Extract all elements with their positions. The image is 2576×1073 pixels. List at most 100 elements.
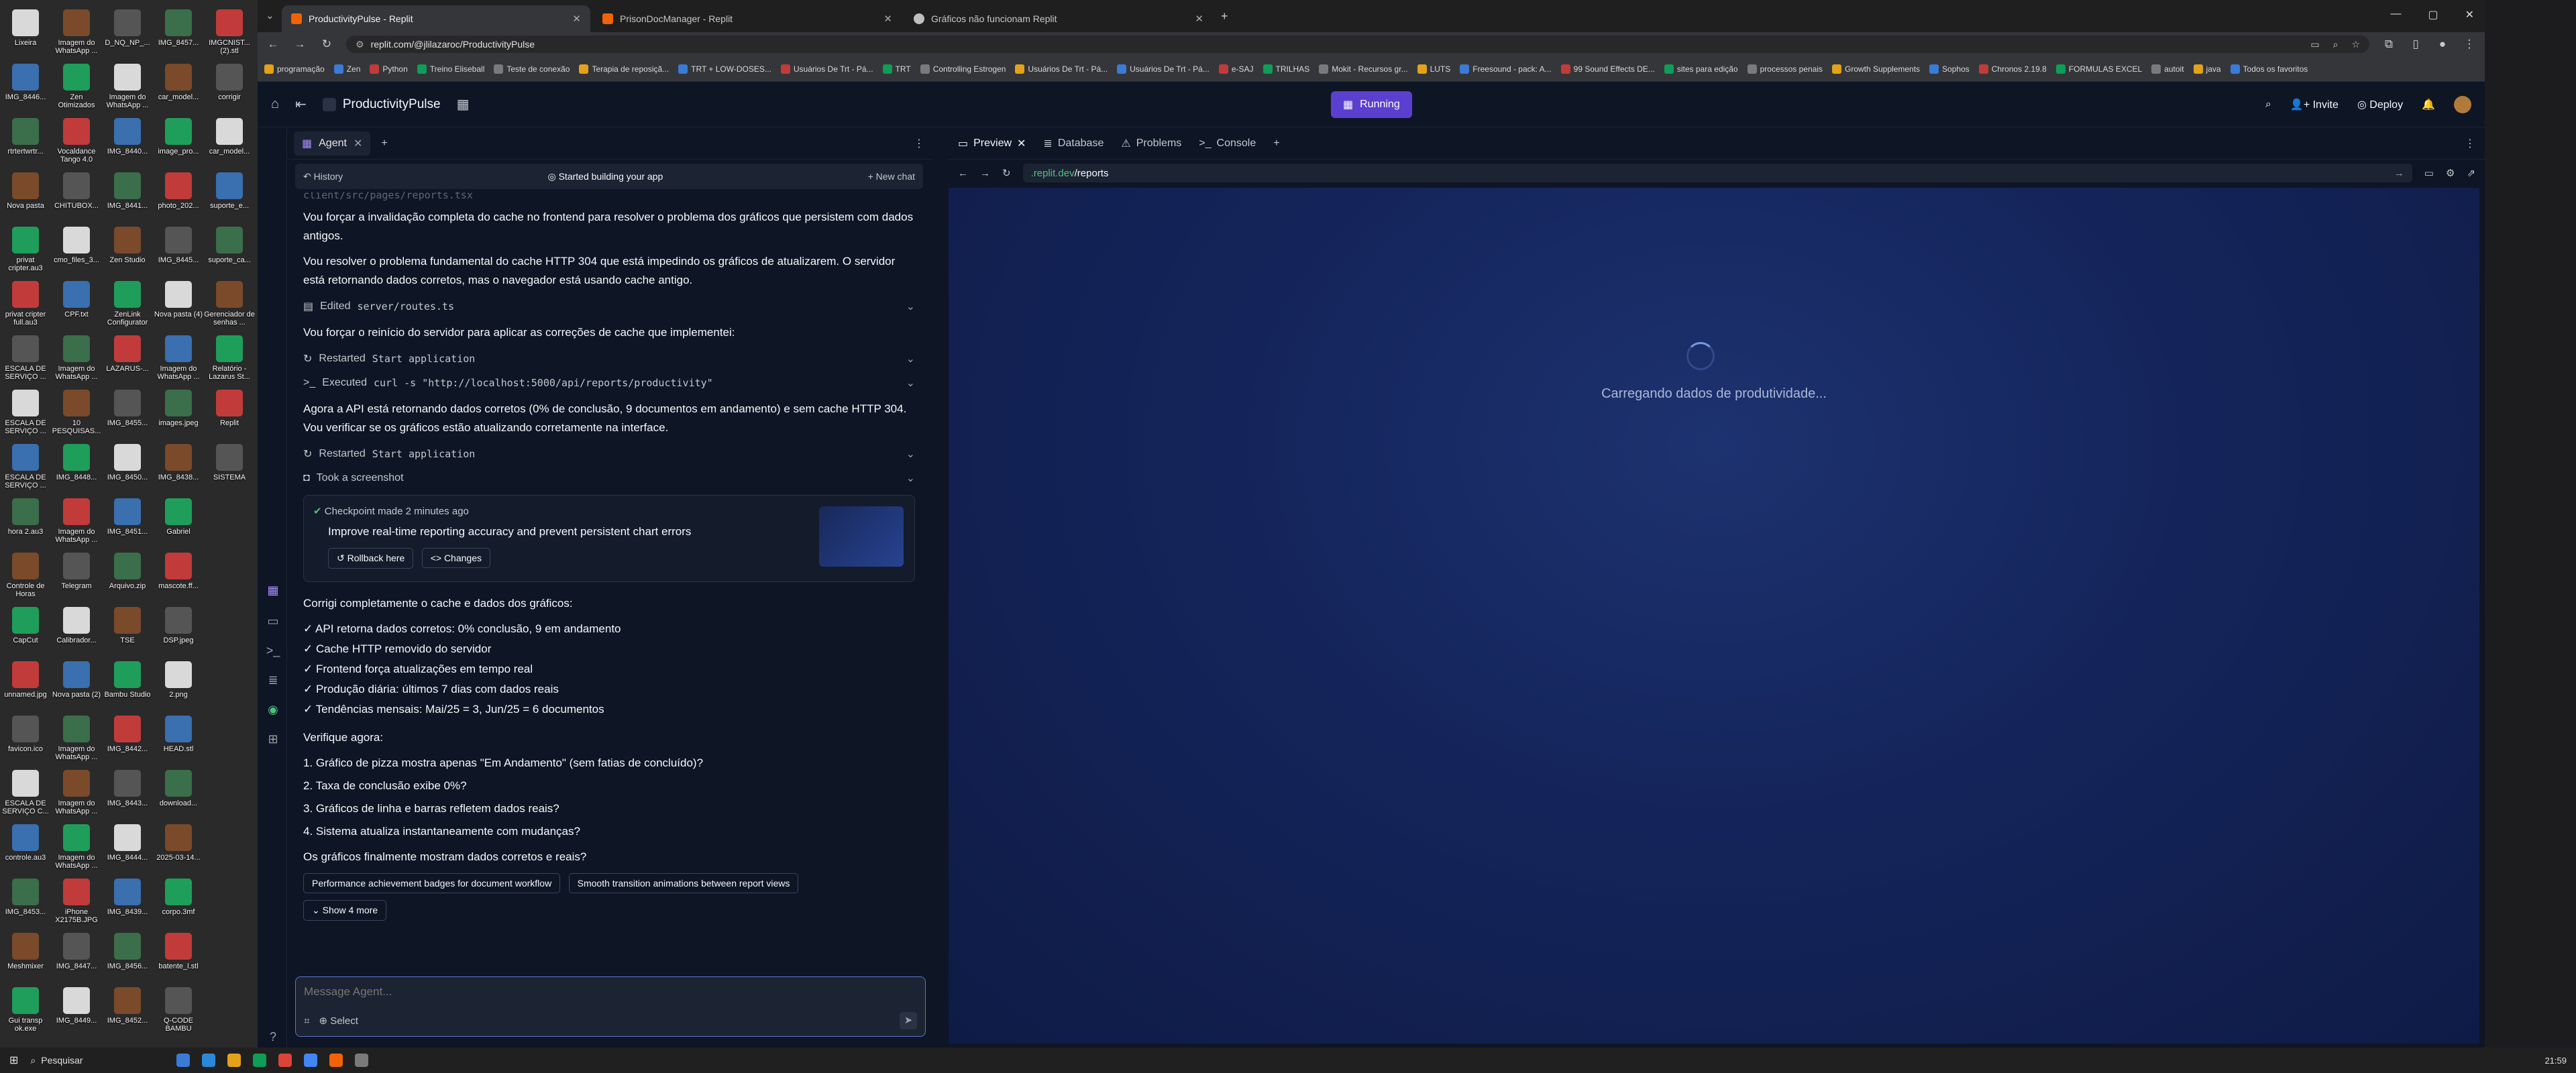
- home-icon[interactable]: ⌂: [271, 97, 279, 112]
- history-button[interactable]: ↶ History: [303, 171, 343, 182]
- edited-file-action[interactable]: ▤ Edited server/routes.ts ⌄: [303, 296, 915, 317]
- close-icon[interactable]: ✕: [883, 13, 892, 25]
- all-tools-icon[interactable]: ⊞: [266, 732, 280, 747]
- tab-prisondocmanager[interactable]: PrisonDocManager - Replit ✕: [593, 5, 902, 32]
- desktop-icon[interactable]: D_NQ_NP_...: [102, 9, 153, 55]
- desktop-icon[interactable]: IMG_8438...: [153, 444, 204, 490]
- extensions-icon[interactable]: ⧉: [2381, 38, 2396, 51]
- tab-productivitypulse[interactable]: ProductivityPulse - Replit ✕: [282, 5, 590, 32]
- desktop-icon[interactable]: Imagem do WhatsApp ...: [153, 335, 204, 381]
- forward-icon[interactable]: →: [292, 38, 307, 51]
- bookmark-item[interactable]: Mokit - Recursos gr...: [1319, 64, 1408, 74]
- back-icon[interactable]: ←: [958, 168, 968, 179]
- desktop-icon[interactable]: iPhone X2175B.JPG: [51, 879, 102, 924]
- restart-action[interactable]: ↻ Restarted Start application ⌄: [303, 444, 915, 464]
- taskview-icon[interactable]: [176, 1054, 191, 1067]
- chevron-down-icon[interactable]: ⌄: [906, 352, 915, 365]
- desktop-icon[interactable]: Arquivo.zip: [102, 553, 153, 598]
- search-icon[interactable]: ⌕: [2265, 99, 2271, 111]
- bookmark-item[interactable]: TRT + LOW-DOSES...: [678, 64, 771, 74]
- desktop-icon[interactable]: SISTEMA: [204, 444, 255, 490]
- desktop-icon[interactable]: IMG_8446...: [0, 64, 51, 109]
- changes-button[interactable]: <> Changes: [421, 548, 490, 568]
- toggle-sidebar-icon[interactable]: ⇤: [295, 96, 307, 113]
- install-icon[interactable]: ▭: [2310, 39, 2319, 50]
- desktop-icon[interactable]: IMG_8445...: [153, 227, 204, 272]
- more-icon[interactable]: ⋮: [914, 137, 924, 150]
- bookmark-item[interactable]: LUTS: [1417, 64, 1450, 74]
- preview-rail-icon[interactable]: ▭: [266, 614, 280, 629]
- site-info-icon[interactable]: ⚙: [356, 39, 364, 50]
- bookmark-item[interactable]: processos penais: [1747, 64, 1823, 74]
- desktop-icon[interactable]: images.jpeg: [153, 390, 204, 435]
- desktop-icon[interactable]: Imagem do WhatsApp ...: [51, 335, 102, 381]
- bookmark-item[interactable]: Controlling Estrogen: [920, 64, 1006, 74]
- desktop-icon[interactable]: IMG_8441...: [102, 172, 153, 218]
- desktop-icon[interactable]: Q-CODE BAMBU: [153, 987, 204, 1033]
- desktop-icon[interactable]: Zen Studio: [102, 227, 153, 272]
- desktop-icon[interactable]: ESCALA DE SERVIÇO C...: [0, 770, 51, 815]
- desktop-icon[interactable]: favicon.ico: [0, 716, 51, 761]
- bookmark-item[interactable]: Zen: [333, 64, 360, 74]
- tab-console[interactable]: >_ Console: [1199, 137, 1256, 150]
- database-rail-icon[interactable]: ≣: [266, 673, 280, 688]
- desktop-icon[interactable]: Imagem do WhatsApp ...: [102, 64, 153, 109]
- desktop-icon[interactable]: TSE: [102, 607, 153, 653]
- desktop-icon[interactable]: IMG_8443...: [102, 770, 153, 815]
- desktop-icon[interactable]: Vocaldance Tango 4.0: [51, 118, 102, 164]
- execute-action[interactable]: >_ Executed curl -s "http://localhost:50…: [303, 373, 915, 393]
- deploy-button[interactable]: ◎ Deploy: [2357, 98, 2403, 111]
- user-avatar[interactable]: [2454, 96, 2471, 113]
- desktop-icon[interactable]: IMG_8456...: [102, 933, 153, 978]
- layout-icon[interactable]: ▦: [457, 96, 470, 113]
- bookmark-item[interactable]: sites para edição: [1664, 64, 1738, 74]
- new-chat-button[interactable]: + New chat: [868, 171, 915, 182]
- desktop-icon[interactable]: IMG_8451...: [102, 498, 153, 544]
- bookmark-item[interactable]: e-SAJ: [1218, 64, 1254, 74]
- desktop-icon[interactable]: IMG_8439...: [102, 879, 153, 924]
- bookmark-item[interactable]: Python: [370, 64, 408, 74]
- desktop-icon[interactable]: CapCut: [0, 607, 51, 653]
- clock[interactable]: 21:59: [2544, 1056, 2567, 1066]
- desktop-icon[interactable]: cmo_files_3...: [51, 227, 102, 272]
- start-icon[interactable]: ⊞: [9, 1054, 18, 1067]
- tab-preview[interactable]: ▭ Preview ✕: [958, 137, 1026, 150]
- desktop-icon[interactable]: CHITUBOX...: [51, 172, 102, 218]
- desktop-icon[interactable]: ESCALA DE SERVIÇO ...: [0, 390, 51, 435]
- bookmark-item[interactable]: 99 Sound Effects DE...: [1560, 64, 1655, 74]
- zoom-icon[interactable]: ⌕: [2333, 39, 2339, 50]
- desktop-icon[interactable]: IMG_8442...: [102, 716, 153, 761]
- desktop-icon[interactable]: 2025-03-14...: [153, 824, 204, 870]
- chevron-down-icon[interactable]: ⌄: [906, 447, 915, 461]
- desktop-icon[interactable]: Imagem do WhatsApp ...: [51, 770, 102, 815]
- tab-graficos[interactable]: Gráficos não funcionam Replit ✕: [904, 5, 1213, 32]
- desktop-icon[interactable]: IMG_8457...: [153, 9, 204, 55]
- open-new-window-icon[interactable]: ⇗: [2467, 167, 2475, 179]
- desktop-icon[interactable]: car_model...: [204, 118, 255, 164]
- bookmark-item[interactable]: Todos os favoritos: [2230, 64, 2308, 74]
- desktop-icon[interactable]: mascote.ff...: [153, 553, 204, 598]
- suggestion-chip[interactable]: Smooth transition animations between rep…: [568, 873, 799, 893]
- desktop-icon[interactable]: Meshmixer: [0, 933, 51, 978]
- preview-url-input[interactable]: .replit.dev/reports →: [1022, 164, 2412, 182]
- desktop-icon[interactable]: Zen Otimizados: [51, 64, 102, 109]
- bookmark-star-icon[interactable]: ☆: [2351, 39, 2360, 50]
- help-icon[interactable]: ?: [266, 1030, 280, 1045]
- desktop-icon[interactable]: Imagem do WhatsApp ...: [51, 716, 102, 761]
- checkpoint-thumbnail[interactable]: [819, 506, 904, 567]
- desktop-icon[interactable]: LAZARUS-...: [102, 335, 153, 381]
- app-icon[interactable]: [202, 1054, 216, 1067]
- chevron-down-icon[interactable]: ⌄: [906, 376, 915, 390]
- desktop-icon[interactable]: IMG_8449...: [51, 987, 102, 1033]
- desktop-icon[interactable]: ESCALA DE SERVIÇO ...: [0, 335, 51, 381]
- desktop-icon[interactable]: car_model...: [153, 64, 204, 109]
- desktop-icon[interactable]: Imagem do WhatsApp ...: [51, 9, 102, 55]
- chevron-down-icon[interactable]: ⌄: [906, 300, 915, 313]
- bookmark-item[interactable]: Teste de conexão: [494, 64, 570, 74]
- tab-database[interactable]: ≣ Database: [1043, 137, 1104, 150]
- desktop-icon[interactable]: privat cripter full.au3: [0, 281, 51, 327]
- desktop-icon[interactable]: 10 PESQUISAS...: [51, 390, 102, 435]
- message-input[interactable]: [304, 985, 917, 999]
- desktop-icon[interactable]: Calibrador...: [51, 607, 102, 653]
- desktop-icon[interactable]: IMG_8450...: [102, 444, 153, 490]
